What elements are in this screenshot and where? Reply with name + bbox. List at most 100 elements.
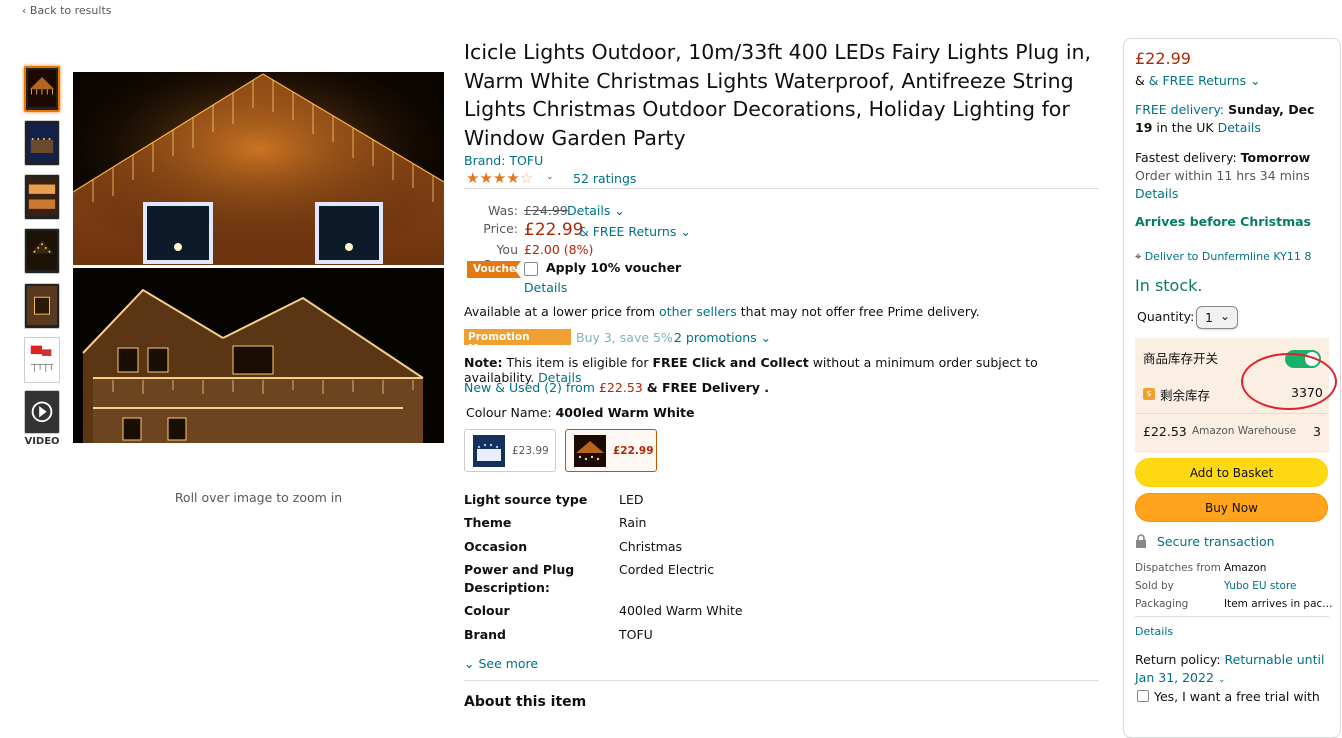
thumbnail-3[interactable] <box>24 174 60 220</box>
buybox-returns[interactable]: & & FREE Returns ⌄ <box>1135 73 1261 88</box>
new-used-link[interactable]: New & Used (2) from <box>464 380 595 395</box>
free-delivery-label: FREE delivery: <box>1135 102 1225 117</box>
video-label: VIDEO <box>24 436 60 447</box>
sold-by-link[interactable]: Yubo EU store <box>1224 580 1297 592</box>
colour-swatch-blue[interactable]: £23.99 <box>464 429 556 472</box>
swatch-price: £23.99 <box>512 445 549 457</box>
warehouse-price: £22.53 <box>1143 424 1187 439</box>
see-more-link[interactable]: ⌄ See more <box>464 656 538 671</box>
promotion-text: Buy 3, save 5%. <box>576 330 677 345</box>
about-heading: About this item <box>464 694 587 710</box>
thumbnail-5[interactable] <box>24 283 60 329</box>
main-product-image-top[interactable] <box>73 72 444 265</box>
video-thumbnail[interactable] <box>24 390 60 434</box>
dispatches-value: Amazon <box>1224 562 1267 574</box>
warm-lights-swatch-icon <box>574 435 606 467</box>
warehouse-count: 3 <box>1313 424 1321 439</box>
apply-voucher-label[interactable]: Apply 10% voucher <box>546 260 681 275</box>
price-value: £22.99 <box>524 220 584 240</box>
was-price: £24.99 <box>524 203 568 218</box>
thumbnail-1[interactable] <box>24 66 60 112</box>
promotions-link[interactable]: 2 promotions ⌄ <box>674 330 771 345</box>
promotion-badge: Promotion Message <box>464 329 571 355</box>
colour-name: Colour Name: 400led Warm White <box>466 405 695 420</box>
ratings-link[interactable]: 52 ratings <box>573 171 636 186</box>
you-save-value: £2.00 (8%) <box>524 242 594 257</box>
sold-by-label: Sold by <box>1135 580 1174 592</box>
free-trial-label[interactable]: Yes, I want a free trial with <box>1154 689 1320 704</box>
quantity-select[interactable]: 1 ⌄ <box>1196 306 1238 329</box>
arrives-before-christmas: Arrives before Christmas <box>1135 214 1311 229</box>
add-to-basket-button[interactable]: Add to Basket <box>1135 458 1328 487</box>
was-label: Was: <box>488 203 518 218</box>
spec-value: 400led Warm White <box>619 603 743 618</box>
colour-value: 400led Warm White <box>555 405 695 420</box>
thumbnail-2[interactable] <box>24 120 60 166</box>
fastest-details-link[interactable]: Details <box>1135 186 1178 201</box>
spec-value: LED <box>619 492 644 507</box>
voucher-checkbox[interactable] <box>524 262 538 276</box>
delivery-info: FREE delivery: Sunday, Dec 19 in the UK … <box>1135 101 1335 137</box>
blue-lights-swatch-icon <box>473 435 505 467</box>
lower-price-notice: Available at a lower price from other se… <box>464 304 980 319</box>
spec-key: Brand <box>464 627 506 642</box>
divider <box>1135 616 1329 617</box>
swatch-price-selected: £22.99 <box>613 445 654 457</box>
back-to-results-link[interactable]: ‹ Back to results <box>22 4 112 17</box>
note-label: Note: <box>464 355 503 370</box>
product-title: Icicle Lights Outdoor, 10m/33ft 400 LEDs… <box>464 40 1092 150</box>
spec-value: TOFU <box>619 627 653 642</box>
colour-swatch-warm-white[interactable]: £22.99 <box>565 429 657 472</box>
stock-status: In stock. <box>1135 276 1203 295</box>
spec-key: Power and Plug Description: <box>464 562 575 595</box>
fastest-label: Fastest delivery: <box>1135 150 1241 165</box>
spec-key: Occasion <box>464 539 528 554</box>
main-product-image-bottom[interactable] <box>73 268 444 443</box>
annotation-circle <box>1241 353 1337 410</box>
house-outline-lights-image <box>73 268 444 443</box>
thumbnail-6[interactable] <box>24 337 60 383</box>
dispatches-label: Dispatches from <box>1135 562 1221 574</box>
lower-price-text-end: that may not offer free Prime delivery. <box>736 304 980 319</box>
return-policy: Return policy: Returnable until Jan 31, … <box>1135 651 1335 689</box>
note-bold: FREE Click and Collect <box>652 355 809 370</box>
remaining-stock-label: 剩余库存 <box>1160 388 1211 403</box>
chevron-down-icon: ⌄ <box>1219 309 1230 323</box>
spec-value: Christmas <box>619 539 683 554</box>
deliver-to-link[interactable]: ⌖ Deliver to Dunfermline KY11 8 <box>1135 250 1311 264</box>
lights-closeup-thumbnail-icon <box>27 177 57 217</box>
fastest-delivery: Fastest delivery: Tomorrow Order within 1… <box>1135 149 1335 203</box>
buy-now-button[interactable]: Buy Now <box>1135 493 1328 522</box>
roof-icicle-lights-image <box>73 72 444 265</box>
buybox-returns-link[interactable]: & FREE Returns ⌄ <box>1149 73 1261 88</box>
deliver-to-text: Deliver to Dunfermline KY11 8 <box>1144 250 1312 263</box>
chevron-down-icon[interactable]: ⌄ <box>546 172 554 182</box>
inventory-icon: $ <box>1143 388 1155 400</box>
window-lights-thumbnail-icon <box>27 286 57 326</box>
free-trial-checkbox[interactable] <box>1137 690 1149 702</box>
play-video-icon <box>27 393 57 431</box>
secure-transaction-link[interactable]: Secure transaction <box>1157 534 1275 549</box>
buybox-returns-text: & <box>1135 73 1149 88</box>
thumbnail-4[interactable] <box>24 228 60 274</box>
other-sellers-link[interactable]: other sellers <box>659 304 737 319</box>
brand-link[interactable]: Brand: TOFU <box>464 153 543 168</box>
free-returns-link[interactable]: & FREE Returns ⌄ <box>579 224 691 239</box>
star-rating[interactable]: ★★★★☆ <box>466 169 533 187</box>
lock-icon <box>1136 534 1146 548</box>
stars-empty-icon: ☆ <box>519 169 534 187</box>
inventory-divider <box>1135 413 1329 414</box>
quantity-label: Quantity: <box>1137 309 1195 324</box>
buybox-details-link[interactable]: Details <box>1135 625 1173 638</box>
chevron-down-icon[interactable]: ⌄ <box>1218 675 1226 685</box>
price-label: Price: <box>483 221 518 236</box>
order-within: Order within 11 hrs 34 mins <box>1135 168 1310 183</box>
location-pin-icon: ⌖ <box>1135 250 1142 263</box>
packaging-label: Packaging <box>1135 598 1189 610</box>
house-night-thumbnail-icon <box>27 123 57 163</box>
voucher-details-link[interactable]: Details <box>524 280 567 295</box>
spec-value: Rain <box>619 515 647 530</box>
divider <box>464 188 1099 189</box>
was-details-link[interactable]: Details ⌄ <box>567 203 625 218</box>
delivery-details-link[interactable]: Details <box>1218 120 1261 135</box>
